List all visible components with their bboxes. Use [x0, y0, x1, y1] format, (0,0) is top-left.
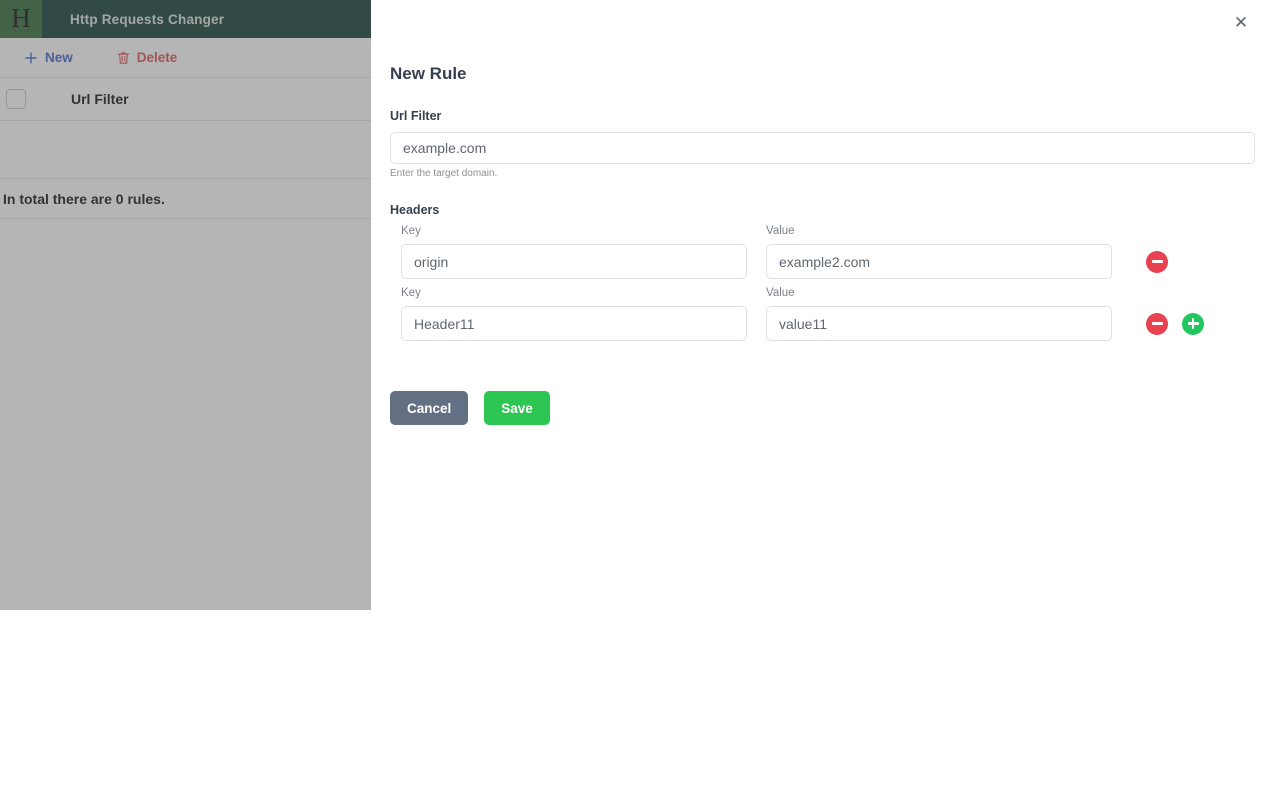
- logo-letter-h: H: [11, 2, 31, 33]
- page-title: New Rule: [390, 64, 467, 83]
- plus-icon: [24, 51, 38, 65]
- toolbar: New Delete: [0, 38, 371, 78]
- background-app: H Http Requests Changer New Delete Url F…: [0, 0, 371, 610]
- value-label: Value: [766, 287, 795, 299]
- header-row-labels: Key Value: [401, 287, 1280, 306]
- app-logo: H: [0, 0, 42, 38]
- save-button[interactable]: Save: [484, 391, 550, 425]
- minus-circle-icon[interactable]: [1146, 312, 1168, 335]
- header-value-input[interactable]: [766, 306, 1112, 341]
- header-key-input[interactable]: [401, 244, 747, 279]
- select-all-checkbox[interactable]: [6, 89, 26, 109]
- action-spacer: [1182, 251, 1204, 273]
- delete-button[interactable]: Delete: [109, 46, 186, 69]
- minus-circle-icon[interactable]: [1146, 250, 1168, 273]
- table-footer: In total there are 0 rules.: [0, 179, 371, 219]
- headers-rows: Key Value origin example2.com Key Value …: [401, 225, 1280, 341]
- key-label: Key: [401, 287, 421, 299]
- header-row: Key Value: [401, 225, 1280, 279]
- modal-body: New Rule Url Filter Enter the target dom…: [371, 0, 1280, 425]
- table-remaining-space: [0, 219, 371, 599]
- page-root: H Http Requests Changer New Delete Url F…: [0, 0, 1280, 800]
- column-header-url-filter: Url Filter: [71, 91, 129, 107]
- value-label: Value: [766, 225, 795, 237]
- header-row-fields: [401, 306, 1280, 341]
- new-rule-modal: ✕ New Rule Url Filter Enter the target d…: [371, 0, 1280, 800]
- rules-count-text: In total there are 0 rules.: [3, 190, 165, 207]
- table-header-row: Url Filter: [0, 78, 371, 121]
- url-filter-input[interactable]: [390, 132, 1255, 164]
- new-button[interactable]: New: [16, 46, 81, 69]
- key-label: Key: [401, 225, 421, 237]
- modal-actions: Cancel Save: [390, 391, 1280, 425]
- header-row-fields: [401, 244, 1280, 279]
- delete-button-label: Delete: [136, 50, 178, 65]
- headers-section-label: Headers: [390, 203, 440, 217]
- close-icon[interactable]: ✕: [1230, 11, 1252, 33]
- header-row-actions: [1146, 244, 1204, 279]
- app-header: H Http Requests Changer: [0, 0, 371, 38]
- plus-circle-icon[interactable]: [1182, 312, 1204, 335]
- header-row-actions: [1146, 306, 1204, 341]
- new-button-label: New: [45, 50, 73, 65]
- header-key-input[interactable]: [401, 306, 747, 341]
- header-row: Key Value: [401, 287, 1280, 341]
- app-title: Http Requests Changer: [70, 11, 225, 27]
- table-body-empty: [0, 121, 371, 179]
- trash-icon: [117, 51, 130, 65]
- url-filter-label: Url Filter: [390, 109, 442, 123]
- url-filter-help-text: Enter the target domain.: [390, 168, 498, 179]
- header-row-labels: Key Value: [401, 225, 1280, 244]
- header-value-input[interactable]: [766, 244, 1112, 279]
- cancel-button[interactable]: Cancel: [390, 391, 469, 425]
